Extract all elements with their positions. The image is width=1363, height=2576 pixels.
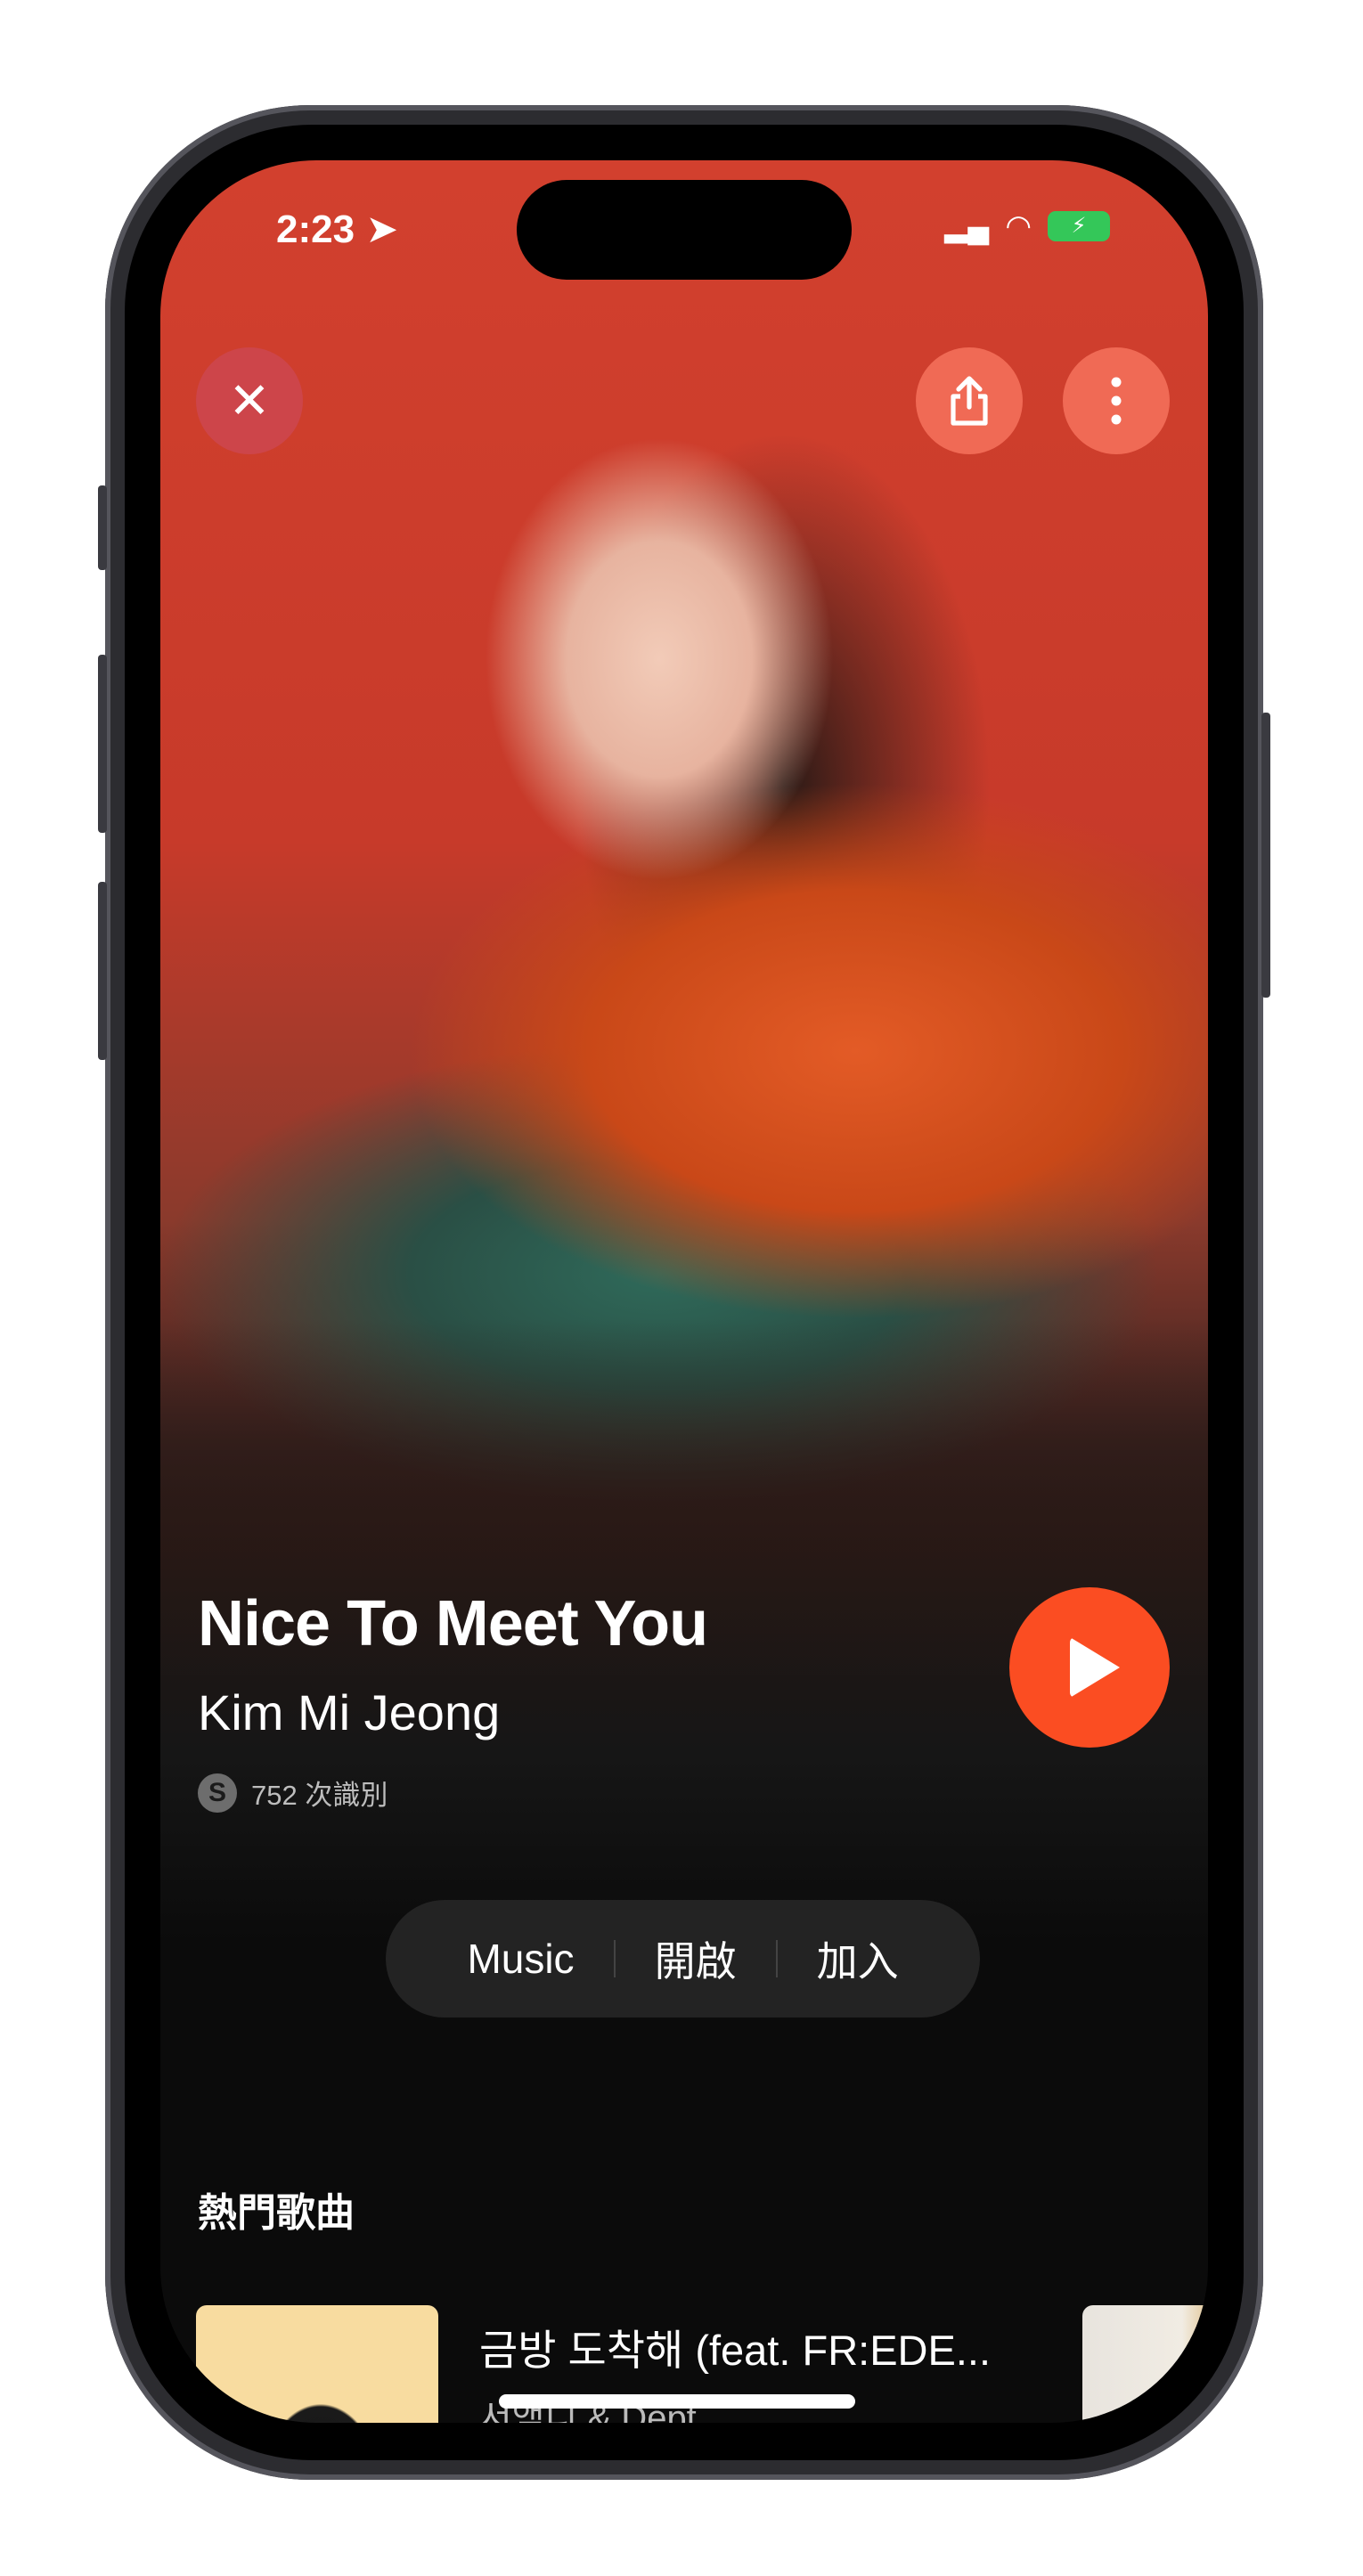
screen: 2:23 ➤ ▂▄ ◠ ⚡ ✕ Nice To Meet You Kim Mi …	[160, 160, 1208, 2423]
status-icons: ▂▄ ◠ ⚡	[944, 208, 1110, 244]
apple-music-bar: Music 開啟 加入	[386, 1900, 980, 2018]
song-artist[interactable]: Kim Mi Jeong	[198, 1683, 500, 1741]
dynamic-island	[517, 180, 852, 280]
close-icon: ✕	[228, 372, 271, 428]
share-button[interactable]	[916, 347, 1023, 454]
divider	[613, 1940, 616, 1977]
play-icon	[1070, 1637, 1120, 1698]
time-text: 2:23	[276, 208, 355, 251]
action-button	[98, 485, 107, 570]
recognition-count: S 752 次識別	[198, 1773, 388, 1813]
signal-icon: ▂▄	[944, 209, 990, 243]
power-button	[1261, 713, 1270, 998]
wifi-icon: ◠	[1005, 209, 1032, 243]
track-title[interactable]: 금방 도착해 (feat. FR:EDE...	[479, 2316, 991, 2377]
home-indicator[interactable]	[499, 2394, 855, 2409]
volume-down-button	[98, 882, 107, 1060]
track-artwork[interactable]	[196, 2305, 438, 2423]
close-button[interactable]: ✕	[196, 347, 303, 454]
add-button[interactable]: 加入	[817, 1929, 899, 1988]
status-time: 2:23 ➤	[276, 207, 398, 252]
battery-icon: ⚡	[1048, 211, 1110, 241]
apple-music-logo[interactable]: Music	[467, 1935, 574, 1983]
top-songs-heading: 熱門歌曲	[198, 2191, 355, 2235]
next-track-artwork[interactable]	[1082, 2305, 1208, 2423]
more-button[interactable]	[1063, 347, 1170, 454]
more-vertical-icon	[1111, 377, 1122, 425]
volume-up-button	[98, 655, 107, 833]
apple-music-brand: Music	[467, 1936, 575, 1982]
play-button[interactable]	[1009, 1587, 1170, 1748]
shazam-icon: S	[198, 1773, 237, 1813]
song-title: Nice To Meet You	[198, 1588, 708, 1659]
recognition-count-text: 752 次識別	[251, 1780, 388, 1811]
share-icon	[951, 376, 988, 426]
divider	[775, 1940, 778, 1977]
location-arrow-icon: ➤	[365, 208, 399, 251]
open-button[interactable]: 開啟	[655, 1929, 737, 1988]
